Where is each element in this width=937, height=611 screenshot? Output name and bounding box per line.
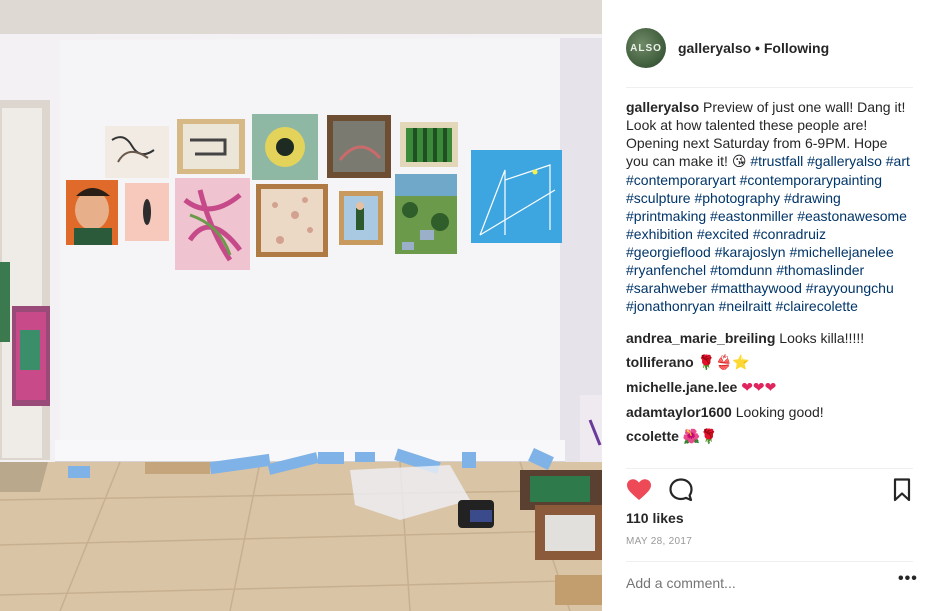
post-caption: galleryalso Preview of just one wall! Da… xyxy=(626,98,913,315)
hashtag-link[interactable]: #galleryalso xyxy=(807,153,882,169)
hashtag-link[interactable]: #neilraitt xyxy=(719,298,772,314)
header-username[interactable]: galleryalso xyxy=(678,40,751,56)
caption-emoji: 😘 xyxy=(731,154,747,170)
comment-text: ❤❤❤ xyxy=(741,380,777,396)
hashtag-link[interactable]: #michellejanelee xyxy=(789,244,893,260)
comment-text: Looking good! xyxy=(735,404,824,420)
hashtag-link[interactable]: #thomaslinder xyxy=(776,262,864,278)
comment-username[interactable]: andrea_marie_breiling xyxy=(626,330,775,346)
hashtag-link[interactable]: #rayyoungchu xyxy=(806,280,894,296)
hashtag-link[interactable]: #excited xyxy=(697,226,749,242)
instagram-post: ALSO galleryalso • Following galleryalso… xyxy=(0,0,937,611)
comments-section[interactable]: galleryalso Preview of just one wall! Da… xyxy=(626,98,913,468)
post-photo[interactable] xyxy=(0,0,602,611)
post-date[interactable]: MAY 28, 2017 xyxy=(626,536,692,547)
comment-text: Looks killa!!!!! xyxy=(779,330,865,346)
bookmark-icon[interactable] xyxy=(889,477,915,503)
divider xyxy=(626,468,913,469)
hashtag-link[interactable]: #photography xyxy=(694,190,780,206)
comment-icon[interactable] xyxy=(668,477,694,503)
hashtag-link[interactable]: #conradruiz xyxy=(753,226,826,242)
hashtag-link[interactable]: #tomdunn xyxy=(710,262,772,278)
hashtag-link[interactable]: #art xyxy=(886,153,910,169)
avatar[interactable]: ALSO xyxy=(626,28,666,68)
likes-count[interactable]: 110 likes xyxy=(626,510,684,526)
following-button[interactable]: Following xyxy=(764,40,829,56)
hashtag-link[interactable]: #karajoslyn xyxy=(715,244,786,260)
hashtag-link[interactable]: #contemporarypainting xyxy=(740,172,882,188)
more-options-button[interactable]: ••• xyxy=(898,570,918,588)
hashtag-link[interactable]: #jonathonryan xyxy=(626,298,715,314)
heart-icon[interactable] xyxy=(626,477,652,503)
hashtag-link[interactable]: #eastonawesome xyxy=(797,208,907,224)
hashtag-link[interactable]: #drawing xyxy=(784,190,841,206)
hashtag-link[interactable]: #exhibition xyxy=(626,226,693,242)
comment-text: 🌺🌹 xyxy=(682,429,718,445)
comment-item: andrea_marie_breiling Looks killa!!!!! xyxy=(626,329,913,347)
post-header: ALSO galleryalso • Following xyxy=(602,0,937,88)
add-comment-input[interactable] xyxy=(626,574,876,592)
hashtag-link[interactable]: #sculpture xyxy=(626,190,691,206)
comment-username[interactable]: michelle.jane.lee xyxy=(626,379,737,395)
caption-username[interactable]: galleryalso xyxy=(626,99,699,115)
hashtag-link[interactable]: #trustfall xyxy=(750,153,803,169)
comment-item: ccolette 🌺🌹 xyxy=(626,427,913,446)
hashtag-link[interactable]: #ryanfenchel xyxy=(626,262,706,278)
comment-item: adamtaylor1600 Looking good! xyxy=(626,403,913,421)
header-user-line: galleryalso • Following xyxy=(678,40,829,56)
divider xyxy=(626,561,913,562)
comment-username[interactable]: adamtaylor1600 xyxy=(626,404,732,420)
hashtag-link[interactable]: #georgieflood xyxy=(626,244,711,260)
hashtag-link[interactable]: #contemporaryart xyxy=(626,172,736,188)
comment-item: michelle.jane.lee ❤❤❤ xyxy=(626,378,913,397)
comment-username[interactable]: tolliferano xyxy=(626,354,694,370)
scroll-fade xyxy=(626,454,913,468)
comment-item: tolliferano 🌹👙⭐ xyxy=(626,353,913,372)
hashtag-link[interactable]: #printmaking xyxy=(626,208,706,224)
caption-hashtags: #trustfall #galleryalso #art #contempora… xyxy=(626,153,910,314)
hashtag-link[interactable]: #sarahweber xyxy=(626,280,707,296)
separator-dot: • xyxy=(755,40,760,56)
post-side-panel: ALSO galleryalso • Following galleryalso… xyxy=(602,0,937,611)
post-actions xyxy=(626,477,913,503)
hashtag-link[interactable]: #eastonmiller xyxy=(710,208,793,224)
hashtag-link[interactable]: #matthaywood xyxy=(711,280,802,296)
hashtag-link[interactable]: #clairecolette xyxy=(775,298,858,314)
divider xyxy=(626,87,913,88)
comment-text: 🌹👙⭐ xyxy=(697,355,750,371)
comment-username[interactable]: ccolette xyxy=(626,428,679,444)
